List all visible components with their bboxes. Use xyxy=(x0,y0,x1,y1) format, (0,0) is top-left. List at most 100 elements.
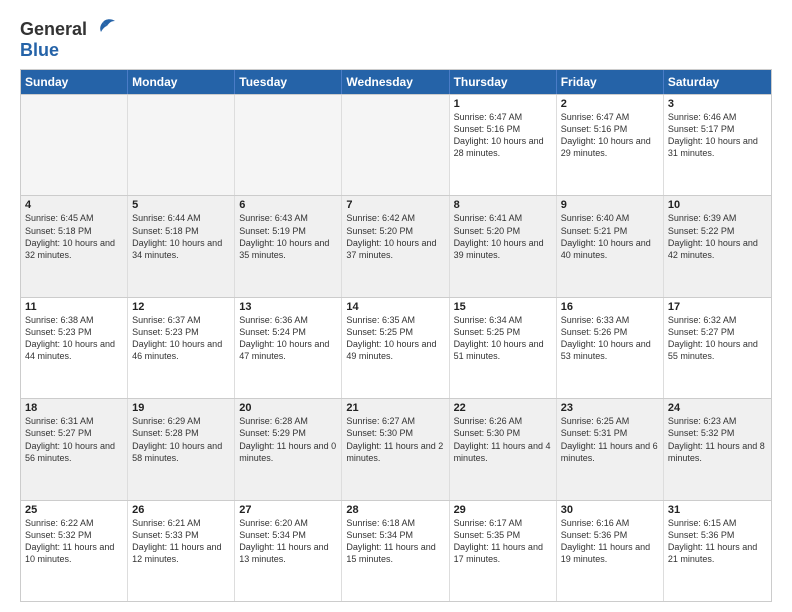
cal-header-wednesday: Wednesday xyxy=(342,70,449,94)
day-number: 23 xyxy=(561,402,659,414)
cal-cell-29: 29Sunrise: 6:17 AMSunset: 5:35 PMDayligh… xyxy=(450,501,557,601)
cal-header-thursday: Thursday xyxy=(450,70,557,94)
cal-cell-23: 23Sunrise: 6:25 AMSunset: 5:31 PMDayligh… xyxy=(557,399,664,499)
cal-cell-31: 31Sunrise: 6:15 AMSunset: 5:36 PMDayligh… xyxy=(664,501,771,601)
day-number: 5 xyxy=(132,199,230,211)
day-info: Sunrise: 6:33 AMSunset: 5:26 PMDaylight:… xyxy=(561,314,659,363)
day-info: Sunrise: 6:36 AMSunset: 5:24 PMDaylight:… xyxy=(239,314,337,363)
cal-cell-18: 18Sunrise: 6:31 AMSunset: 5:27 PMDayligh… xyxy=(21,399,128,499)
day-info: Sunrise: 6:35 AMSunset: 5:25 PMDaylight:… xyxy=(346,314,444,363)
day-number: 17 xyxy=(668,301,767,313)
day-number: 7 xyxy=(346,199,444,211)
day-number: 16 xyxy=(561,301,659,313)
day-number: 21 xyxy=(346,402,444,414)
day-info: Sunrise: 6:46 AMSunset: 5:17 PMDaylight:… xyxy=(668,111,767,160)
cal-cell-2: 2Sunrise: 6:47 AMSunset: 5:16 PMDaylight… xyxy=(557,95,664,195)
cal-cell-empty-1 xyxy=(128,95,235,195)
cal-cell-24: 24Sunrise: 6:23 AMSunset: 5:32 PMDayligh… xyxy=(664,399,771,499)
day-number: 27 xyxy=(239,504,337,516)
cal-header-saturday: Saturday xyxy=(664,70,771,94)
day-number: 2 xyxy=(561,98,659,110)
cal-cell-4: 4Sunrise: 6:45 AMSunset: 5:18 PMDaylight… xyxy=(21,196,128,296)
day-info: Sunrise: 6:44 AMSunset: 5:18 PMDaylight:… xyxy=(132,212,230,261)
day-number: 10 xyxy=(668,199,767,211)
cal-cell-7: 7Sunrise: 6:42 AMSunset: 5:20 PMDaylight… xyxy=(342,196,449,296)
day-number: 4 xyxy=(25,199,123,211)
cal-cell-15: 15Sunrise: 6:34 AMSunset: 5:25 PMDayligh… xyxy=(450,298,557,398)
day-info: Sunrise: 6:20 AMSunset: 5:34 PMDaylight:… xyxy=(239,517,337,566)
cal-header-monday: Monday xyxy=(128,70,235,94)
day-number: 3 xyxy=(668,98,767,110)
cal-header-tuesday: Tuesday xyxy=(235,70,342,94)
day-info: Sunrise: 6:16 AMSunset: 5:36 PMDaylight:… xyxy=(561,517,659,566)
day-info: Sunrise: 6:43 AMSunset: 5:19 PMDaylight:… xyxy=(239,212,337,261)
cal-cell-21: 21Sunrise: 6:27 AMSunset: 5:30 PMDayligh… xyxy=(342,399,449,499)
cal-cell-14: 14Sunrise: 6:35 AMSunset: 5:25 PMDayligh… xyxy=(342,298,449,398)
cal-cell-20: 20Sunrise: 6:28 AMSunset: 5:29 PMDayligh… xyxy=(235,399,342,499)
day-number: 14 xyxy=(346,301,444,313)
day-info: Sunrise: 6:42 AMSunset: 5:20 PMDaylight:… xyxy=(346,212,444,261)
day-number: 29 xyxy=(454,504,552,516)
day-info: Sunrise: 6:37 AMSunset: 5:23 PMDaylight:… xyxy=(132,314,230,363)
cal-header-sunday: Sunday xyxy=(21,70,128,94)
cal-cell-1: 1Sunrise: 6:47 AMSunset: 5:16 PMDaylight… xyxy=(450,95,557,195)
calendar-body: 1Sunrise: 6:47 AMSunset: 5:16 PMDaylight… xyxy=(21,94,771,601)
calendar-week-5: 25Sunrise: 6:22 AMSunset: 5:32 PMDayligh… xyxy=(21,500,771,601)
day-info: Sunrise: 6:45 AMSunset: 5:18 PMDaylight:… xyxy=(25,212,123,261)
day-number: 9 xyxy=(561,199,659,211)
day-info: Sunrise: 6:27 AMSunset: 5:30 PMDaylight:… xyxy=(346,415,444,464)
header: General Blue xyxy=(20,18,772,61)
day-number: 18 xyxy=(25,402,123,414)
day-number: 30 xyxy=(561,504,659,516)
cal-cell-17: 17Sunrise: 6:32 AMSunset: 5:27 PMDayligh… xyxy=(664,298,771,398)
day-info: Sunrise: 6:28 AMSunset: 5:29 PMDaylight:… xyxy=(239,415,337,464)
calendar-week-1: 1Sunrise: 6:47 AMSunset: 5:16 PMDaylight… xyxy=(21,94,771,195)
day-info: Sunrise: 6:15 AMSunset: 5:36 PMDaylight:… xyxy=(668,517,767,566)
logo-text: General xyxy=(20,19,87,40)
cal-cell-9: 9Sunrise: 6:40 AMSunset: 5:21 PMDaylight… xyxy=(557,196,664,296)
day-number: 13 xyxy=(239,301,337,313)
day-number: 24 xyxy=(668,402,767,414)
day-number: 20 xyxy=(239,402,337,414)
cal-cell-12: 12Sunrise: 6:37 AMSunset: 5:23 PMDayligh… xyxy=(128,298,235,398)
day-info: Sunrise: 6:47 AMSunset: 5:16 PMDaylight:… xyxy=(454,111,552,160)
calendar-week-3: 11Sunrise: 6:38 AMSunset: 5:23 PMDayligh… xyxy=(21,297,771,398)
day-info: Sunrise: 6:29 AMSunset: 5:28 PMDaylight:… xyxy=(132,415,230,464)
logo-blue: Blue xyxy=(20,40,59,60)
day-number: 31 xyxy=(668,504,767,516)
cal-cell-6: 6Sunrise: 6:43 AMSunset: 5:19 PMDaylight… xyxy=(235,196,342,296)
cal-cell-30: 30Sunrise: 6:16 AMSunset: 5:36 PMDayligh… xyxy=(557,501,664,601)
cal-cell-11: 11Sunrise: 6:38 AMSunset: 5:23 PMDayligh… xyxy=(21,298,128,398)
cal-cell-10: 10Sunrise: 6:39 AMSunset: 5:22 PMDayligh… xyxy=(664,196,771,296)
cal-cell-25: 25Sunrise: 6:22 AMSunset: 5:32 PMDayligh… xyxy=(21,501,128,601)
cal-cell-19: 19Sunrise: 6:29 AMSunset: 5:28 PMDayligh… xyxy=(128,399,235,499)
day-info: Sunrise: 6:18 AMSunset: 5:34 PMDaylight:… xyxy=(346,517,444,566)
day-number: 1 xyxy=(454,98,552,110)
day-number: 6 xyxy=(239,199,337,211)
day-info: Sunrise: 6:32 AMSunset: 5:27 PMDaylight:… xyxy=(668,314,767,363)
calendar: SundayMondayTuesdayWednesdayThursdayFrid… xyxy=(20,69,772,602)
calendar-week-4: 18Sunrise: 6:31 AMSunset: 5:27 PMDayligh… xyxy=(21,398,771,499)
day-info: Sunrise: 6:34 AMSunset: 5:25 PMDaylight:… xyxy=(454,314,552,363)
day-info: Sunrise: 6:47 AMSunset: 5:16 PMDaylight:… xyxy=(561,111,659,160)
cal-cell-empty-0 xyxy=(21,95,128,195)
day-number: 26 xyxy=(132,504,230,516)
calendar-header: SundayMondayTuesdayWednesdayThursdayFrid… xyxy=(21,70,771,94)
day-info: Sunrise: 6:39 AMSunset: 5:22 PMDaylight:… xyxy=(668,212,767,261)
day-info: Sunrise: 6:23 AMSunset: 5:32 PMDaylight:… xyxy=(668,415,767,464)
day-number: 11 xyxy=(25,301,123,313)
cal-cell-8: 8Sunrise: 6:41 AMSunset: 5:20 PMDaylight… xyxy=(450,196,557,296)
day-info: Sunrise: 6:40 AMSunset: 5:21 PMDaylight:… xyxy=(561,212,659,261)
calendar-week-2: 4Sunrise: 6:45 AMSunset: 5:18 PMDaylight… xyxy=(21,195,771,296)
day-number: 19 xyxy=(132,402,230,414)
day-info: Sunrise: 6:31 AMSunset: 5:27 PMDaylight:… xyxy=(25,415,123,464)
day-info: Sunrise: 6:41 AMSunset: 5:20 PMDaylight:… xyxy=(454,212,552,261)
cal-cell-empty-3 xyxy=(342,95,449,195)
cal-cell-5: 5Sunrise: 6:44 AMSunset: 5:18 PMDaylight… xyxy=(128,196,235,296)
logo: General Blue xyxy=(20,18,115,61)
day-number: 12 xyxy=(132,301,230,313)
cal-cell-28: 28Sunrise: 6:18 AMSunset: 5:34 PMDayligh… xyxy=(342,501,449,601)
day-number: 15 xyxy=(454,301,552,313)
day-info: Sunrise: 6:17 AMSunset: 5:35 PMDaylight:… xyxy=(454,517,552,566)
cal-header-friday: Friday xyxy=(557,70,664,94)
